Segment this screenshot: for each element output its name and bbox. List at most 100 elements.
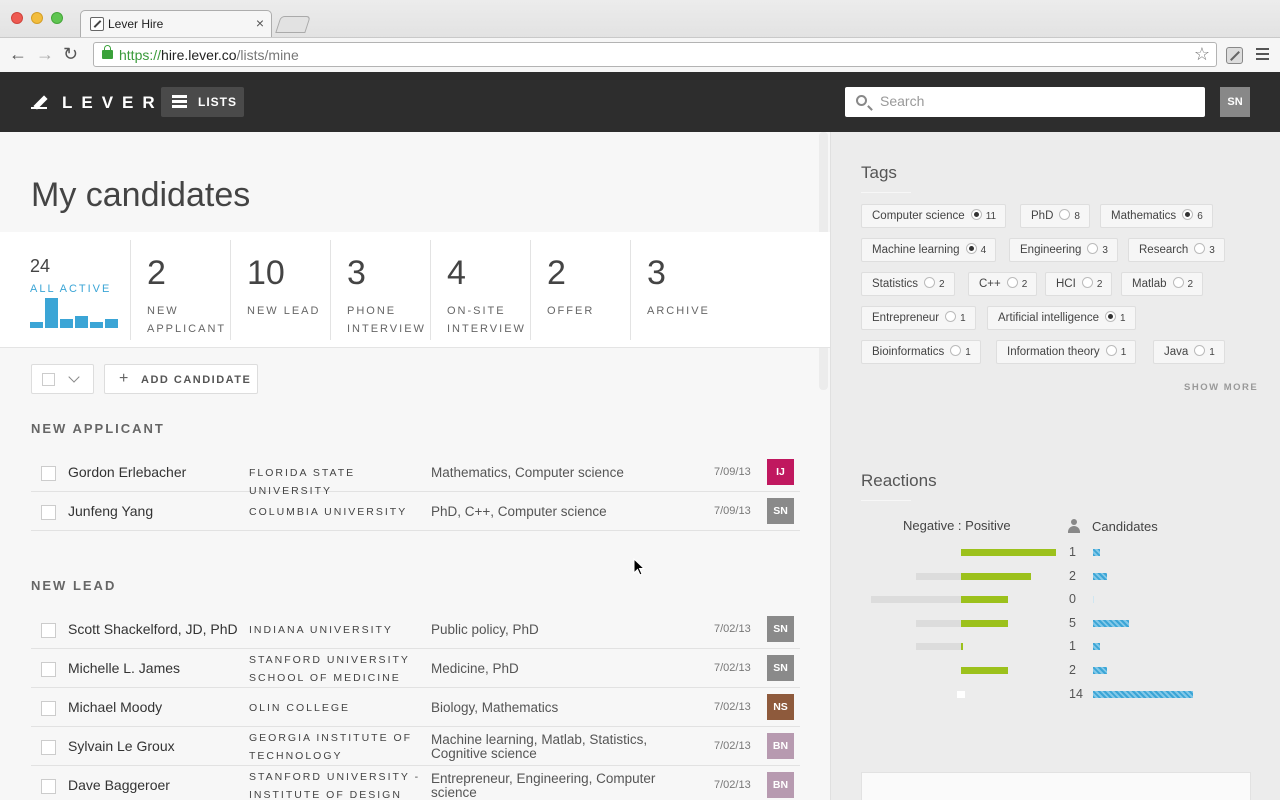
stage-onsite-interview[interactable]: 4 ON-SITE INTERVIEW [430,240,530,340]
hamburger-icon [172,95,187,110]
radio-icon[interactable] [1172,277,1184,288]
select-all-dropdown[interactable] [31,364,94,394]
page-title: My candidates [31,176,251,214]
browser-tab[interactable]: Lever Hire × [80,10,272,37]
candidate-count: 0 [1069,592,1076,606]
candidate-name[interactable]: Michael Moody [68,699,162,715]
url-text[interactable]: https://hire.lever.co/lists/mine [119,47,299,63]
select-all-checkbox[interactable] [42,373,55,386]
add-candidate-button[interactable]: + ADD CANDIDATE [104,364,258,394]
row-checkbox[interactable] [41,466,56,481]
row-checkbox[interactable] [41,740,56,755]
tag-chip[interactable]: Statistics 2 [861,272,955,296]
logo-text[interactable]: LEVER [62,93,164,113]
search-box[interactable] [845,87,1205,117]
radio-icon[interactable] [1194,345,1206,356]
search-input[interactable] [880,93,1195,109]
owner-avatar[interactable]: BN [767,733,794,759]
zoom-window-button[interactable] [51,12,63,24]
radio-icon[interactable] [1006,277,1018,288]
close-window-button[interactable] [11,12,23,24]
bookmark-star-icon[interactable]: ☆ [1194,44,1210,65]
reload-icon[interactable]: ↻ [63,44,78,64]
candidate-name[interactable]: Gordon Erlebacher [68,464,186,480]
tag-chip[interactable]: Mathematics 6 [1100,204,1213,228]
candidate-name[interactable]: Dave Baggeroer [68,777,170,793]
radio-icon[interactable] [1059,209,1071,220]
show-more-link[interactable]: SHOW MORE [1184,382,1258,393]
table-row[interactable]: Michael Moody OLIN COLLEGE Biology, Math… [31,688,800,727]
row-checkbox[interactable] [41,505,56,520]
extension-icon[interactable] [1226,47,1243,64]
owner-avatar[interactable]: IJ [767,459,794,485]
owner-avatar[interactable]: SN [767,616,794,642]
radio-icon[interactable] [950,345,962,356]
owner-avatar[interactable]: BN [767,772,794,798]
new-tab-button[interactable] [275,16,311,33]
radio-selected-icon[interactable] [970,209,982,220]
candidate-school: COLUMBIA UNIVERSITY [249,506,408,518]
candidate-name[interactable]: Sylvain Le Groux [68,738,175,754]
row-checkbox[interactable] [41,623,56,638]
tab-close-icon[interactable]: × [256,15,264,31]
tag-chip[interactable]: Java 1 [1153,340,1225,364]
radio-selected-icon[interactable] [1105,311,1116,322]
chevron-down-icon[interactable] [68,371,80,383]
table-row[interactable]: Scott Shackelford, JD, PhD INDIANA UNIVE… [31,610,800,649]
row-checkbox[interactable] [41,701,56,716]
stage-count: 4 [447,254,466,292]
table-row[interactable]: Michelle L. James STANFORD UNIVERSITY SC… [31,649,800,688]
radio-selected-icon[interactable] [1182,209,1194,220]
radio-icon[interactable] [1105,345,1117,356]
stage-phone-interview[interactable]: 3 PHONE INTERVIEW [330,240,430,340]
tag-chip[interactable]: Computer science 11 [861,204,1007,228]
tag-chip[interactable]: Entrepreneur 1 [861,306,976,330]
lever-logo-icon[interactable] [31,94,49,110]
stage-bar [60,319,73,328]
radio-icon[interactable] [945,311,957,322]
table-row[interactable]: Dave Baggeroer STANFORD UNIVERSITY - INS… [31,766,800,800]
url-host: hire.lever.co [161,47,237,63]
tag-chip[interactable]: Machine learning 4 [861,238,997,262]
stage-new-lead[interactable]: 10 NEW LEAD [230,240,330,340]
address-bar[interactable]: https://hire.lever.co/lists/mine ☆ [93,42,1217,67]
tag-chip[interactable]: Research 3 [1128,238,1225,262]
tag-chip[interactable]: HCI 2 [1045,272,1113,296]
candidate-name[interactable]: Junfeng Yang [68,503,153,519]
browser-menu-icon[interactable] [1256,48,1269,63]
minimize-window-button[interactable] [31,12,43,24]
owner-avatar[interactable]: NS [767,694,794,720]
stage-count: 2 [147,254,166,292]
stage-archive[interactable]: 3 ARCHIVE [630,240,730,340]
table-row[interactable]: Junfeng Yang COLUMBIA UNIVERSITY PhD, C+… [31,492,800,531]
tags-title: Tags [861,163,897,182]
candidate-name[interactable]: Michelle L. James [68,660,180,676]
lists-button[interactable]: LISTS [161,87,244,117]
tag-chip[interactable]: C++ 2 [968,272,1038,296]
table-row[interactable]: Sylvain Le Groux GEORGIA INSTITUTE OF TE… [31,727,800,766]
tag-chip[interactable]: Information theory 1 [996,340,1137,364]
tag-chip[interactable]: PhD 8 [1020,204,1090,228]
tag-chip[interactable]: Matlab 2 [1121,272,1204,296]
tag-chip[interactable]: Artificial intelligence 1 [987,306,1136,330]
stage-new-applicant[interactable]: 2 NEW APPLICANT [130,240,230,340]
user-avatar[interactable]: SN [1220,87,1250,117]
table-row[interactable]: Gordon Erlebacher FLORIDA STATE UNIVERSI… [31,453,800,497]
radio-icon[interactable] [1087,243,1099,254]
row-checkbox[interactable] [41,662,56,677]
radio-icon[interactable] [924,277,936,288]
back-arrow-icon[interactable]: ← [9,44,27,64]
owner-avatar[interactable]: SN [767,498,794,524]
tag-chip[interactable]: Bioinformatics 1 [861,340,981,364]
radio-icon[interactable] [1194,243,1206,254]
tag-chip[interactable]: Engineering 3 [1009,238,1118,262]
candidate-name[interactable]: Scott Shackelford, JD, PhD [68,621,238,637]
radio-selected-icon[interactable] [965,243,977,254]
stage-offer[interactable]: 2 OFFER [530,240,630,340]
stage-bar [105,319,118,328]
row-checkbox[interactable] [41,779,56,794]
forward-arrow-icon[interactable]: → [36,44,54,64]
stage-all-active[interactable]: 24 ALL ACTIVE [0,240,130,340]
radio-icon[interactable] [1081,277,1093,288]
owner-avatar[interactable]: SN [767,655,794,681]
